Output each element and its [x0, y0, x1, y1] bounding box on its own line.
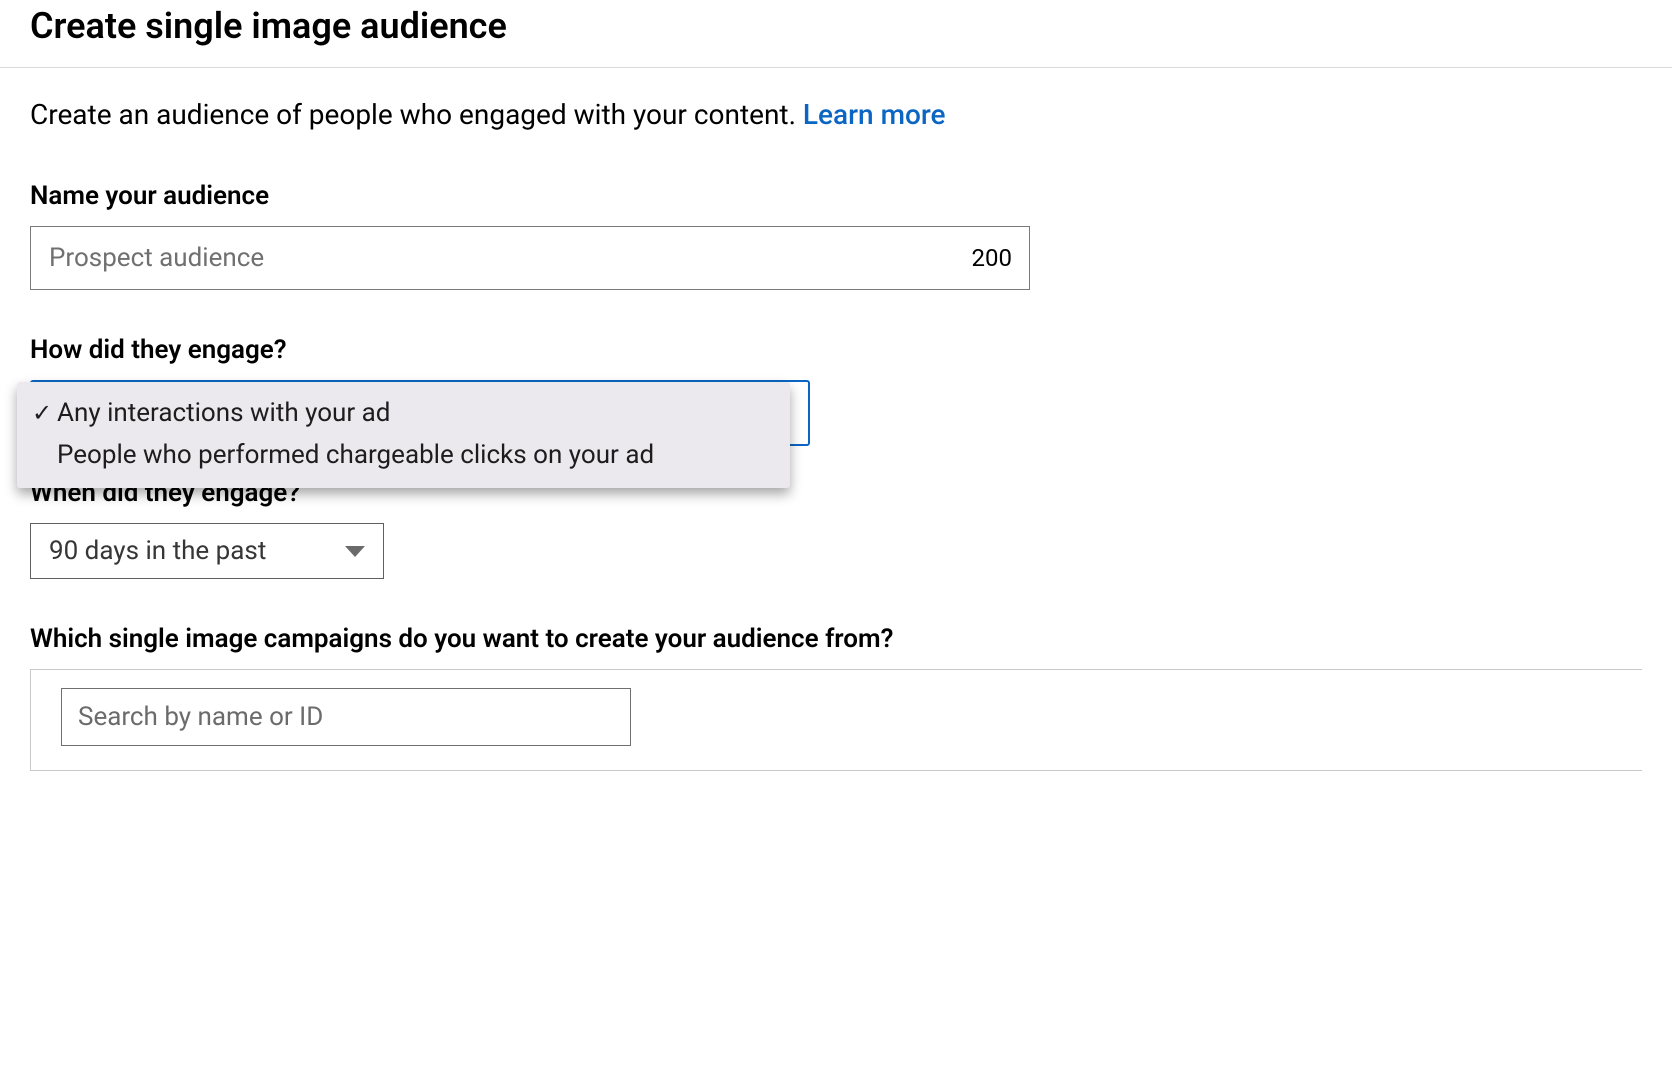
when-engage-selected-value: 90 days in the past: [49, 536, 266, 566]
name-your-audience-section: Name your audience 200: [30, 181, 1642, 290]
char-counter: 200: [972, 244, 1012, 272]
how-engage-label: How did they engage?: [30, 335, 1642, 365]
chevron-down-icon: [345, 546, 365, 557]
description-text: Create an audience of people who engaged…: [30, 98, 1642, 131]
campaigns-section: Which single image campaigns do you want…: [30, 624, 1642, 771]
when-engage-select[interactable]: 90 days in the past: [30, 523, 384, 579]
name-audience-label: Name your audience: [30, 181, 1642, 211]
campaigns-box: [30, 669, 1642, 771]
dropdown-option-any-interactions[interactable]: ✓ Any interactions with your ad: [17, 392, 790, 434]
campaigns-label: Which single image campaigns do you want…: [30, 624, 1642, 654]
dropdown-option-label: Any interactions with your ad: [57, 398, 390, 428]
when-engage-section: When did they engage? 90 days in the pas…: [30, 478, 1642, 579]
check-icon: ✓: [31, 399, 53, 427]
dropdown-option-label: People who performed chargeable clicks o…: [57, 440, 654, 470]
dropdown-option-chargeable-clicks[interactable]: People who performed chargeable clicks o…: [17, 434, 790, 476]
learn-more-link[interactable]: Learn more: [803, 98, 946, 131]
how-engage-section: How did they engage? ✓ Any interactions …: [30, 335, 1642, 446]
how-engage-dropdown: ✓ Any interactions with your ad People w…: [17, 382, 790, 488]
campaign-search-input[interactable]: [61, 688, 631, 746]
page-title: Create single image audience: [30, 0, 1642, 47]
audience-name-input[interactable]: [30, 226, 1030, 290]
description-prefix: Create an audience of people who engaged…: [30, 98, 803, 131]
